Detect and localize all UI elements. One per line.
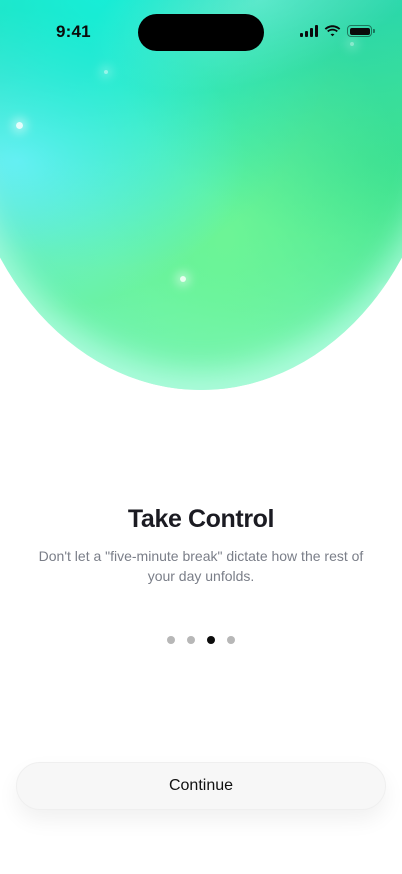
cellular-signal-icon — [300, 25, 318, 37]
sparkle-dot — [16, 122, 23, 129]
page-dot-1[interactable] — [167, 636, 175, 644]
status-icons — [300, 25, 375, 37]
dynamic-island — [138, 14, 264, 51]
sparkle-dot — [104, 70, 108, 74]
wifi-icon — [324, 25, 341, 37]
onboarding-screen: 9:41 Take Control Don't let a "five-minu… — [0, 0, 402, 874]
battery-icon — [347, 25, 375, 37]
sparkle-dot — [180, 276, 186, 282]
status-bar: 9:41 — [0, 0, 402, 62]
page-dot-4[interactable] — [227, 636, 235, 644]
page-indicator — [0, 636, 402, 644]
continue-button-label: Continue — [168, 777, 234, 794]
sparkle-dot — [384, 290, 389, 295]
page-dot-3-active[interactable] — [207, 636, 215, 644]
continue-button[interactable]: Continue — [16, 762, 386, 810]
page-subtitle: Don't let a "five-minute break" dictate … — [38, 548, 364, 584]
page-title: Take Control — [127, 505, 275, 533]
page-dot-2[interactable] — [187, 636, 195, 644]
status-time: 9:41 — [56, 22, 91, 41]
